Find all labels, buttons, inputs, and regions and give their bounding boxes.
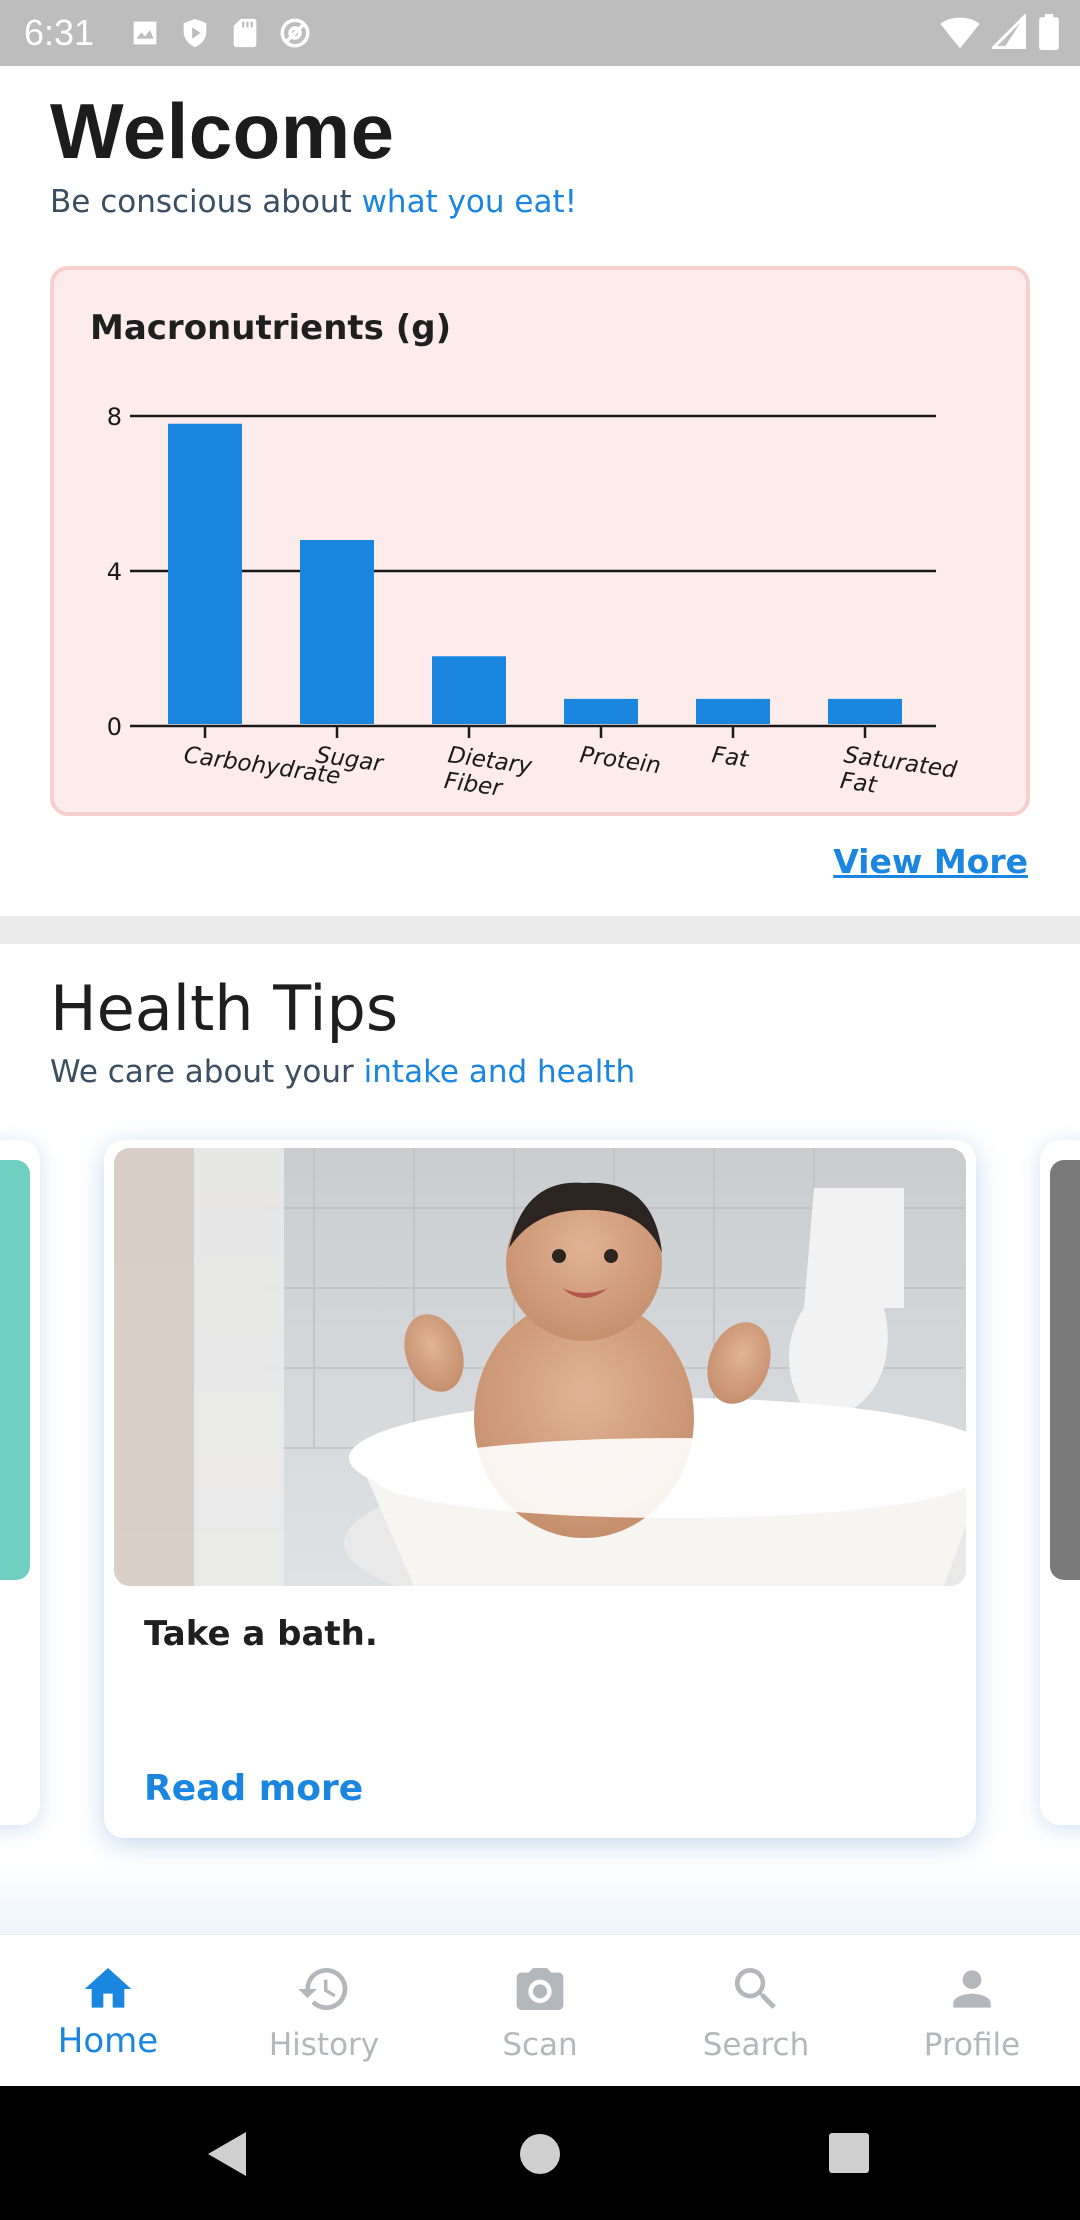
- status-bar: 6:31: [0, 0, 1080, 66]
- wifi-icon: [940, 17, 980, 49]
- health-tips-subtitle: We care about your intake and health: [50, 1054, 635, 1090]
- tip-image: [114, 1148, 966, 1586]
- next-tip-card[interactable]: [1040, 1140, 1080, 1825]
- nav-label-search: Search: [702, 2027, 810, 2063]
- image-icon: [133, 21, 157, 45]
- home-icon: [84, 1968, 132, 2008]
- nav-label-scan: Scan: [502, 2027, 578, 2063]
- y-tick-label: 8: [107, 403, 122, 431]
- subtitle-text: Be conscious about: [50, 184, 362, 220]
- chart-bar: [300, 540, 374, 724]
- chart-bar: [168, 423, 242, 724]
- next-tip-image: [1050, 1160, 1080, 1580]
- previous-tip-image: [0, 1160, 30, 1580]
- chart-bar: [828, 698, 902, 724]
- baby-bath-illustration: [114, 1148, 966, 1586]
- cell-signal-icon: [992, 14, 1026, 49]
- y-tick-label: 0: [107, 713, 122, 741]
- tips-subtitle-accent: intake and health: [363, 1054, 636, 1090]
- macronutrients-card: Macronutrients (g) 0 4 8 Carbohydrate Sugar D…: [50, 266, 1030, 816]
- page-subtitle: Be conscious about what you eat!: [50, 184, 577, 220]
- x-tick-label: DietaryFiber: [443, 742, 534, 805]
- sd-card-icon: [233, 18, 257, 48]
- x-tick-label: SaturatedFat: [839, 742, 959, 809]
- tip-text: Take a bath.: [144, 1614, 378, 1654]
- nav-label-profile: Profile: [923, 2027, 1021, 2063]
- view-more-link[interactable]: View More: [833, 842, 1028, 881]
- x-tick-label: Fat: [710, 742, 751, 773]
- subtitle-accent: what you eat!: [361, 184, 578, 220]
- search-icon: [734, 1968, 776, 2009]
- nav-label-history: History: [268, 2027, 380, 2063]
- back-icon[interactable]: [204, 2130, 250, 2178]
- section-divider: [0, 916, 1080, 944]
- previous-tip-card[interactable]: [0, 1140, 40, 1825]
- macronutrients-chart: 048CarbohydrateSugar DietaryFiberProtein F…: [107, 403, 959, 809]
- system-icons: [940, 14, 1060, 50]
- nav-label-home: Home: [57, 2021, 159, 2061]
- tips-subtitle-text: We care about your: [50, 1054, 364, 1090]
- recents-icon[interactable]: [828, 2132, 870, 2174]
- history-icon: [298, 1967, 348, 2010]
- y-tick-label: 4: [107, 558, 122, 586]
- battery-icon: [1039, 14, 1059, 50]
- chart-bar: [564, 698, 638, 724]
- chart-bar: [432, 656, 506, 724]
- home-button-icon[interactable]: [518, 2132, 562, 2176]
- status-time: 6:31: [24, 12, 95, 53]
- x-tick-label: Protein: [578, 742, 662, 779]
- nav-item-home[interactable]: Home: [0, 1935, 216, 2087]
- shield-play-icon: [183, 18, 207, 48]
- page-title: Welcome: [50, 87, 395, 175]
- notification-icons: [128, 16, 312, 50]
- read-more-link[interactable]: Read more: [144, 1768, 363, 1809]
- nav-item-profile[interactable]: Profile: [864, 1935, 1080, 2087]
- health-tips-title: Health Tips: [50, 972, 399, 1045]
- nav-item-history[interactable]: History: [216, 1935, 432, 2087]
- chart-bar: [696, 698, 770, 724]
- nav-item-scan[interactable]: Scan: [432, 1935, 648, 2087]
- at-sign-icon: [280, 18, 310, 48]
- nav-item-search[interactable]: Search: [648, 1935, 864, 2087]
- bottom-navigation: Home History Scan Search Profile: [0, 1934, 1080, 2086]
- system-navigation-bar: [0, 2086, 1080, 2220]
- camera-icon: [516, 1968, 564, 2010]
- tip-card[interactable]: Take a bath. Read more: [104, 1140, 976, 1838]
- person-icon: [953, 1970, 991, 2008]
- bottom-fade: [0, 1860, 1080, 1934]
